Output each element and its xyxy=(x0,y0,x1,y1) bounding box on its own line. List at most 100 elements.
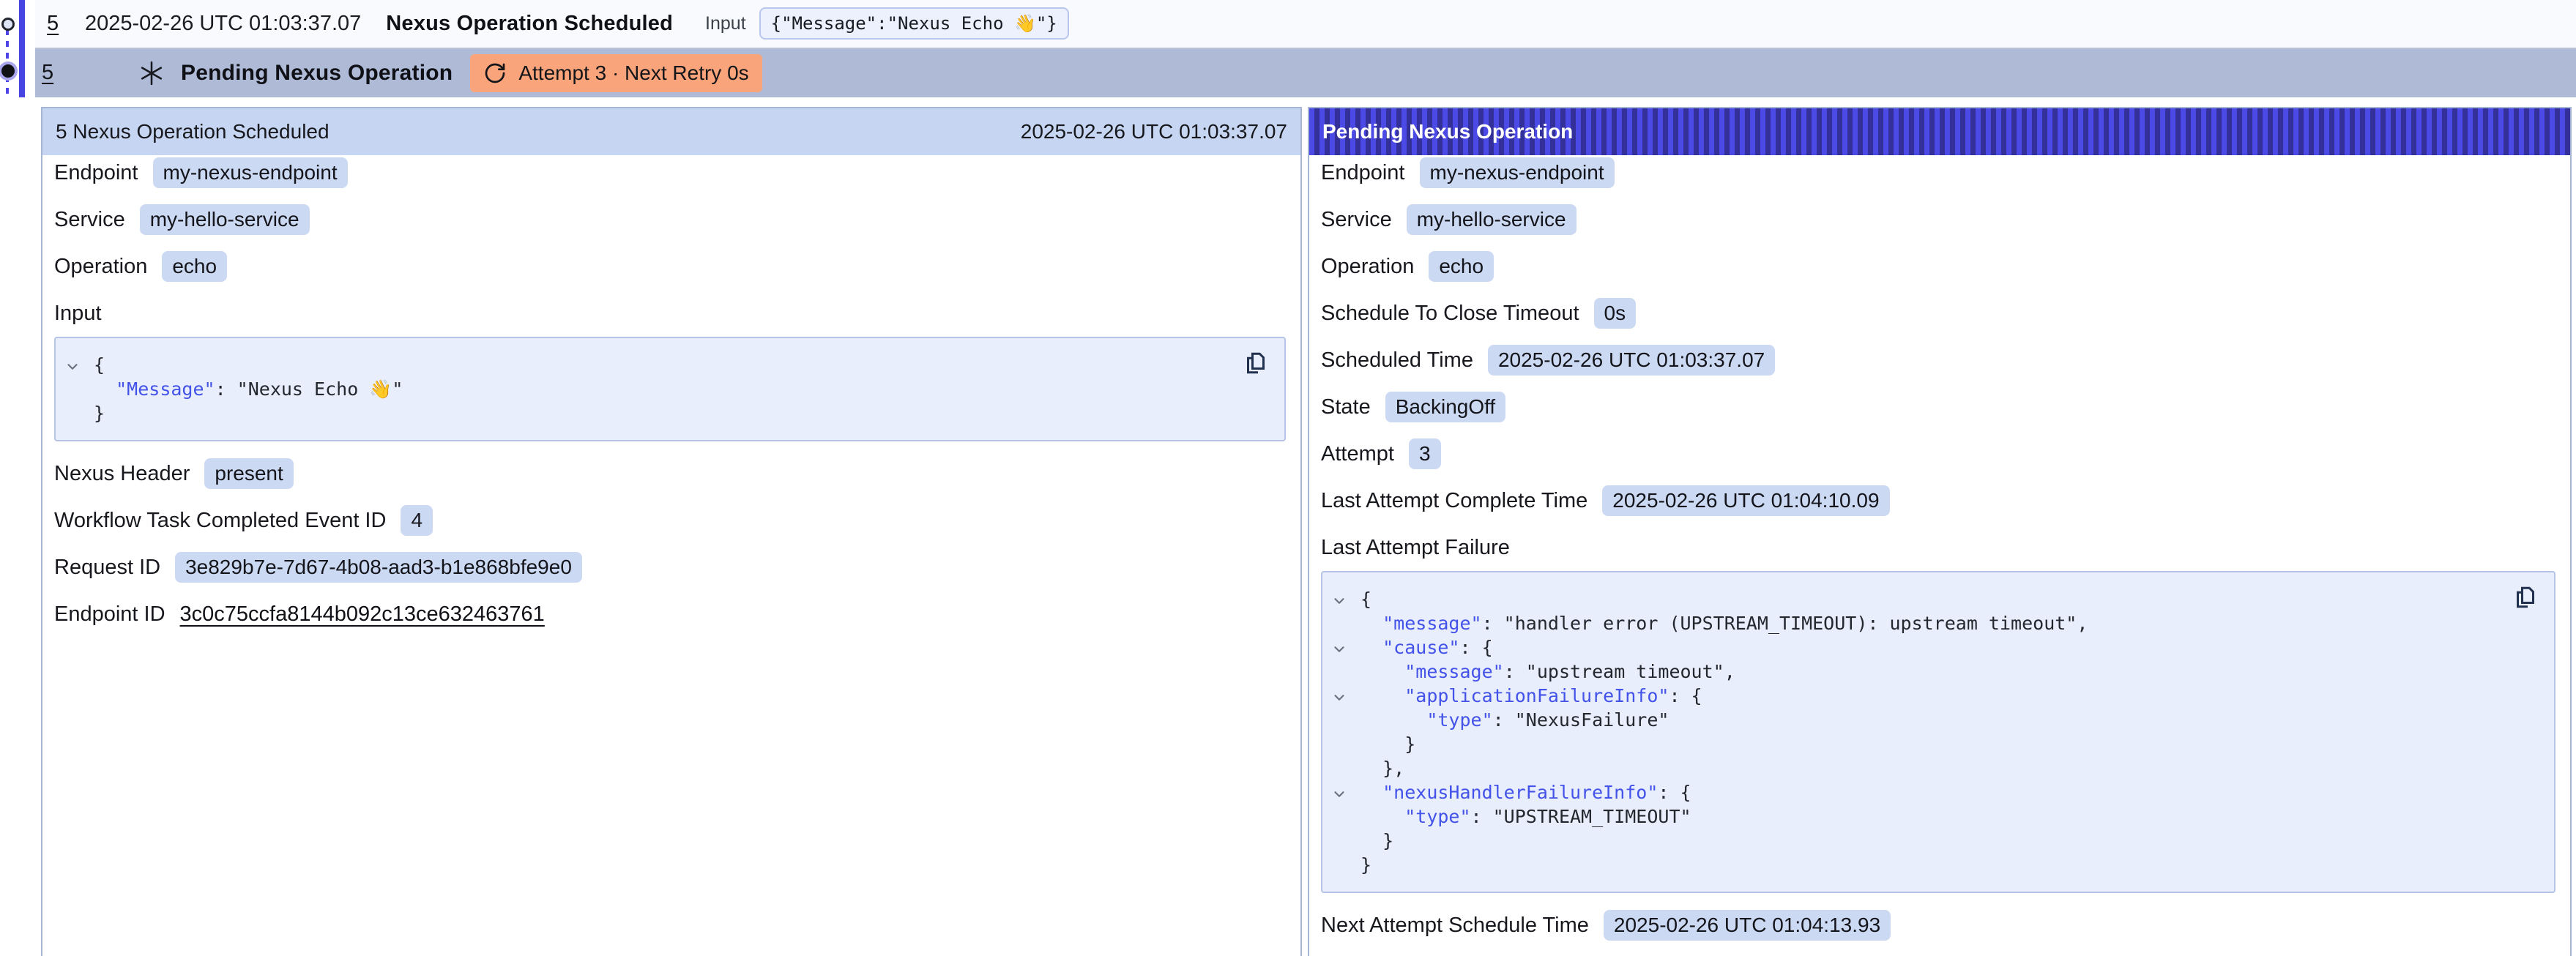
field-request-id: Request ID3e829b7e-7d67-4b08-aad3-b1e868… xyxy=(54,553,1286,582)
field-label-service: Service xyxy=(1321,208,1392,232)
event-row-pending-nexus-operation[interactable]: 5 Pending Nexus Operation Attempt 3 · Ne… xyxy=(35,48,2576,97)
field-label-operation: Operation xyxy=(54,255,147,279)
event-id-link[interactable]: 5 xyxy=(47,12,63,36)
chevron-down-icon[interactable] xyxy=(1331,784,1347,800)
field-value-chip: my-hello-service xyxy=(1407,204,1577,235)
copy-icon[interactable] xyxy=(2512,584,2539,612)
json-line: } xyxy=(1322,853,2495,877)
field-value-chip: 2025-02-26 UTC 01:04:13.93 xyxy=(1604,910,1891,941)
field-label-nexus-header: Nexus Header xyxy=(54,462,190,486)
json-line: } xyxy=(56,401,1226,425)
field-service: Service my-hello-service xyxy=(54,205,1286,234)
field-endpoint: Endpointmy-nexus-endpoint xyxy=(54,158,1286,187)
event-timestamp: 2025-02-26 UTC 01:03:37.07 xyxy=(85,12,361,36)
timeline-accent-bar xyxy=(19,0,25,97)
chevron-down-icon[interactable] xyxy=(1331,591,1347,607)
field-label-input: Input xyxy=(54,299,1286,328)
event-row-nexus-operation-scheduled[interactable]: 5 2025-02-26 UTC 01:03:37.07 Nexus Opera… xyxy=(35,0,2576,48)
pending-operation-header: Pending Nexus Operation xyxy=(1309,108,2570,155)
timeline-node-open-icon xyxy=(1,18,15,31)
json-line: "nexusHandlerFailureInfo": { xyxy=(1322,780,2495,804)
field-workflow-task-completed-event-id: Workflow Task Completed Event ID 4 xyxy=(54,506,1286,535)
json-line: "type": "NexusFailure" xyxy=(1322,708,2495,732)
field-value-chip: echo xyxy=(162,251,227,282)
field-service: Service my-hello-service xyxy=(1321,205,2555,234)
event-title: Pending Nexus Operation xyxy=(181,61,453,86)
json-line: { xyxy=(56,353,1226,377)
json-line: }, xyxy=(1322,756,2495,780)
chevron-down-icon[interactable] xyxy=(64,356,81,373)
pending-asterisk-icon xyxy=(138,60,165,86)
json-line: { xyxy=(1322,587,2495,611)
json-key: "type" xyxy=(1426,709,1492,731)
field-label-endpoint-id: Endpoint ID xyxy=(54,602,165,627)
field-value-chip: echo xyxy=(1429,251,1494,282)
copy-icon[interactable] xyxy=(1242,350,1270,378)
json-line: "Message": "Nexus Echo 👋" xyxy=(56,377,1226,401)
json-line: "message": "handler error (UPSTREAM_TIME… xyxy=(1322,611,2495,635)
json-line: "message": "upstream timeout", xyxy=(1322,660,2495,684)
field-label-endpoint: Endpoint xyxy=(1321,161,1405,185)
attempt-retry-text: Attempt 3 · Next Retry 0s xyxy=(518,61,748,85)
json-line: "cause": { xyxy=(1322,635,2495,660)
json-line: } xyxy=(1322,829,2495,853)
field-label-schedule-to-close-timeout: Schedule To Close Timeout xyxy=(1321,302,1579,326)
chevron-down-icon[interactable] xyxy=(1331,639,1347,655)
input-json-viewer: { "Message": "Nexus Echo 👋"} xyxy=(54,337,1286,441)
field-attempt: Attempt3 xyxy=(1321,439,2555,468)
chevron-down-icon[interactable] xyxy=(1331,687,1347,703)
field-label-service: Service xyxy=(54,208,125,232)
json-key: "nexusHandlerFailureInfo" xyxy=(1382,782,1658,803)
event-id-link[interactable]: 5 xyxy=(42,61,58,85)
event-timeline-gutter xyxy=(0,0,35,102)
retry-icon xyxy=(483,61,507,85)
field-value-link[interactable]: 3c0c75ccfa8144b092c13ce632463761 xyxy=(180,602,545,627)
field-nexus-header: Nexus Header present xyxy=(54,459,1286,488)
field-label-request-id: Request ID xyxy=(54,556,160,580)
pending-operation-panel: Pending Nexus Operation Endpoint my-nexus… xyxy=(1308,107,2572,956)
field-value-chip: 2025-02-26 UTC 01:03:37.07 xyxy=(1488,345,1775,376)
json-line: } xyxy=(1322,732,2495,756)
json-line: "applicationFailureInfo": { xyxy=(1322,684,2495,708)
field-label-next-attempt-schedule-time: Next Attempt Schedule Time xyxy=(1321,914,1589,938)
event-detail-header: 5 Nexus Operation Scheduled 2025-02-26 U… xyxy=(42,108,1300,155)
event-detail-body: Endpointmy-nexus-endpoint Service my-hello… xyxy=(42,155,1300,629)
field-value-chip: 2025-02-26 UTC 01:04:10.09 xyxy=(1602,485,1889,516)
json-key: "Message" xyxy=(116,378,215,400)
pending-operation-body: Endpoint my-nexus-endpoint Service my-hello… xyxy=(1309,155,2570,940)
field-label-last-attempt-failure: Last Attempt Failure xyxy=(1321,533,2555,562)
field-label-workflow-task-completed-event-id: Workflow Task Completed Event ID xyxy=(54,509,386,533)
field-label-state: State xyxy=(1321,395,1371,419)
field-value-chip: BackingOff xyxy=(1385,392,1505,422)
field-scheduled-time: Scheduled Time 2025-02-26 UTC 01:03:37.07 xyxy=(1321,346,2555,375)
field-value-chip: my-hello-service xyxy=(140,204,310,235)
event-title: Nexus Operation Scheduled xyxy=(386,12,673,36)
field-input: Input { "Message": "Nexus Echo 👋"} xyxy=(54,299,1286,441)
event-detail-header-time: 2025-02-26 UTC 01:03:37.07 xyxy=(1021,120,1287,143)
field-state: State BackingOff xyxy=(1321,392,2555,422)
json-key: "cause" xyxy=(1382,637,1459,658)
field-label-scheduled-time: Scheduled Time xyxy=(1321,348,1473,373)
event-input-label: Input xyxy=(705,13,746,34)
json-key: "message" xyxy=(1382,613,1481,634)
field-label-last-attempt-complete-time: Last Attempt Complete Time xyxy=(1321,489,1587,513)
json-key: "type" xyxy=(1404,806,1470,827)
field-value-chip: 0s xyxy=(1594,298,1637,329)
field-next-attempt-schedule-time: Next Attempt Schedule Time 2025-02-26 UTC… xyxy=(1321,911,2555,940)
timeline-dashed-connector xyxy=(6,29,9,98)
event-input-value-chip: {"Message":"Nexus Echo 👋"} xyxy=(759,7,1069,40)
event-detail-panel-scheduled: 5 Nexus Operation Scheduled 2025-02-26 U… xyxy=(41,107,1302,956)
field-value-chip: present xyxy=(204,458,293,489)
attempt-retry-badge: Attempt 3 · Next Retry 0s xyxy=(470,54,762,92)
field-value-chip: my-nexus-endpoint xyxy=(1420,157,1615,188)
pending-operation-header-title: Pending Nexus Operation xyxy=(1322,120,1573,143)
field-label-endpoint: Endpoint xyxy=(54,161,138,185)
field-value-chip: 4 xyxy=(401,505,433,536)
json-key: "message" xyxy=(1404,661,1503,682)
last-attempt-failure-json-viewer: { "message": "handler error (UPSTREAM_TI… xyxy=(1321,571,2555,893)
field-last-attempt-failure: Last Attempt Failure { "message": "handle… xyxy=(1321,533,2555,893)
json-line: "type": "UPSTREAM_TIMEOUT" xyxy=(1322,804,2495,829)
field-value-chip: 3 xyxy=(1409,438,1441,469)
field-endpoint-id: Endpoint ID 3c0c75ccfa8144b092c13ce632463… xyxy=(54,600,1286,629)
field-schedule-to-close-timeout: Schedule To Close Timeout 0s xyxy=(1321,299,2555,328)
